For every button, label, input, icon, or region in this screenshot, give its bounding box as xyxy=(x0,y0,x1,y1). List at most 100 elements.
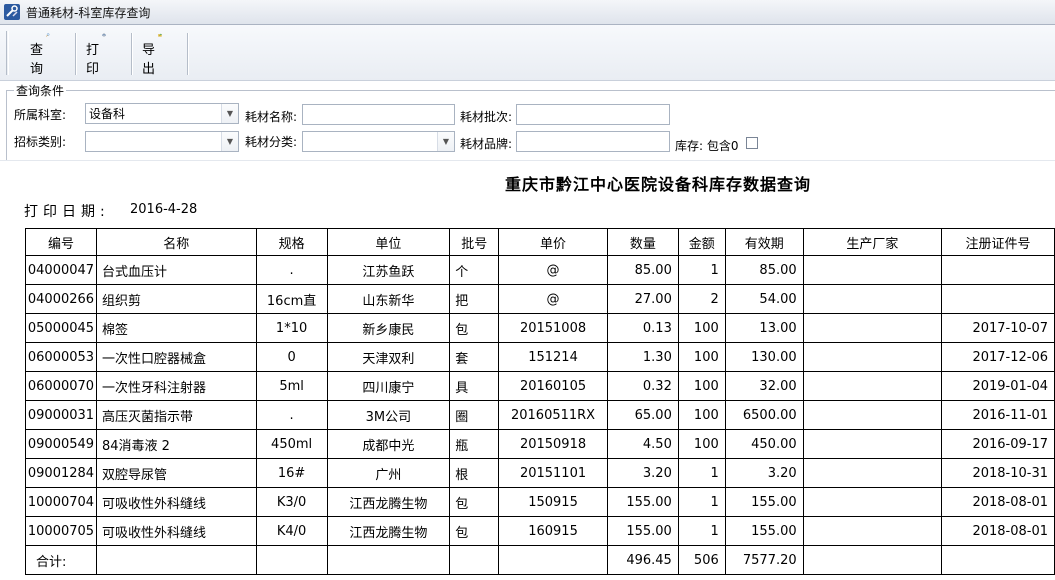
query-group-title: 查询条件 xyxy=(14,82,67,99)
table-cell xyxy=(255,545,328,575)
dept-label: 所属科室: xyxy=(14,108,67,122)
print-button[interactable]: 打 印 xyxy=(82,31,126,77)
table-cell: 把 xyxy=(449,284,500,314)
name-input[interactable] xyxy=(302,104,455,125)
table-cell: 包 xyxy=(449,487,500,517)
table-cell: . xyxy=(255,400,328,430)
table-cell: 江西龙腾生物 xyxy=(326,487,451,517)
chevron-down-icon[interactable]: ▼ xyxy=(221,132,238,151)
table-cell: 09001284 xyxy=(25,458,97,488)
table-cell: 100 xyxy=(677,313,726,343)
table-row: 06000070 一次性牙科注射器 5ml 四川康宁具 20160105 0.32 100 3… xyxy=(25,371,1055,401)
table-cell: 10000704 xyxy=(25,487,97,517)
table-cell: 0.13 xyxy=(606,313,679,343)
table-cell: 包 xyxy=(449,516,500,546)
export-icon xyxy=(158,33,162,37)
table-cell: 1*10 xyxy=(255,313,328,343)
app-tools-icon xyxy=(4,4,20,20)
table-cell: 1 xyxy=(677,516,726,546)
table-row: 09000549 84消毒液 2 450ml 成都中光瓶 20150918 4.50 100… xyxy=(25,429,1055,459)
toolbar-separator xyxy=(75,33,77,75)
category-select[interactable]: ▼ xyxy=(302,131,455,152)
print-date-label: 打印日期: xyxy=(24,204,110,220)
table-row: 05000045 棉签 1*10 新乡康民包 20151008 0.13 100 13.00 2… xyxy=(25,313,1055,343)
table-cell: 具 xyxy=(449,371,500,401)
col-header: 有效期 xyxy=(724,228,804,256)
col-header: 注册证件号 xyxy=(941,228,1055,256)
table-cell: 山东新华 xyxy=(326,284,451,314)
stock-label: 库存: 包含0 xyxy=(675,139,739,153)
col-header: 生产厂家 xyxy=(802,228,943,256)
brand-label: 耗材品牌: xyxy=(460,137,513,151)
table-row: 04000047 台式血压计. 江苏鱼跃个 @85.00 1 85.00 xyxy=(25,255,1055,285)
col-header: 单位 xyxy=(326,228,451,256)
table-cell: 09000549 xyxy=(25,429,97,459)
table-cell: 20151101 xyxy=(498,458,608,488)
include-zero-checkbox[interactable] xyxy=(746,137,758,149)
table-cell: 一次性口腔器械盒 xyxy=(95,342,257,372)
table-cell: 台式血压计 xyxy=(95,255,257,285)
table-cell: 150915 xyxy=(498,487,608,517)
table-cell: 2018-08-01 xyxy=(941,487,1055,517)
table-cell: 151214 xyxy=(498,342,608,372)
export-button[interactable]: 导 出 xyxy=(138,31,182,77)
table-cell: 3.20 xyxy=(606,458,679,488)
table-cell: 新乡康民 xyxy=(326,313,451,343)
table-row: 04000266 组织剪 16cm直 山东新华把 @27.00 2 54.00 xyxy=(25,284,1055,314)
table-cell: 广州 xyxy=(326,458,451,488)
table-cell xyxy=(802,458,943,488)
table-cell: 5ml xyxy=(255,371,328,401)
table-cell: 20160511RX xyxy=(498,400,608,430)
table-cell: 100 xyxy=(677,342,726,372)
table-cell: 04000266 xyxy=(25,284,97,314)
table-cell: 100 xyxy=(677,429,726,459)
table-cell xyxy=(95,545,257,575)
table-cell: 高压灭菌指示带 xyxy=(95,400,257,430)
brand-input[interactable] xyxy=(516,131,670,152)
table-cell: 20160105 xyxy=(498,371,608,401)
table-cell: 2016-09-17 xyxy=(941,429,1055,459)
report-title: 重庆市黔江中心医院设备科库存数据查询 xyxy=(505,175,812,194)
table-cell xyxy=(941,545,1055,575)
category-label: 耗材分类: xyxy=(245,135,298,149)
table-cell: 155.00 xyxy=(724,487,804,517)
table-cell xyxy=(941,255,1055,285)
chevron-down-icon[interactable]: ▼ xyxy=(221,104,238,123)
table-cell: 16cm直 xyxy=(255,284,328,314)
table-cell: 0 xyxy=(255,342,328,372)
total-label: 合计: xyxy=(25,545,97,575)
table-cell: @ xyxy=(498,255,608,285)
bid-category-select[interactable]: ▼ xyxy=(85,131,239,152)
table-cell: 2016-11-01 xyxy=(941,400,1055,430)
table-cell: 09000031 xyxy=(25,400,97,430)
table-cell: 4.50 xyxy=(606,429,679,459)
dept-select[interactable]: 设备科 ▼ xyxy=(85,103,239,124)
col-header: 数量 xyxy=(606,228,679,256)
table-cell: 天津双利 xyxy=(326,342,451,372)
table-cell: 100 xyxy=(677,400,726,430)
table-cell: 根 xyxy=(449,458,500,488)
table-cell: 05000045 xyxy=(25,313,97,343)
table-cell: 450.00 xyxy=(724,429,804,459)
window-title: 普通耗材-科室库存查询 xyxy=(26,5,151,20)
table-cell xyxy=(498,545,608,575)
query-button[interactable]: 查 询 xyxy=(26,31,70,77)
name-label: 耗材名称: xyxy=(245,110,298,124)
table-cell: 可吸收性外科缝线 xyxy=(95,487,257,517)
table-cell: 棉签 xyxy=(95,313,257,343)
table-cell: 成都中光 xyxy=(326,429,451,459)
table-cell: 0.32 xyxy=(606,371,679,401)
table-cell: 江苏鱼跃 xyxy=(326,255,451,285)
table-row: 10000705 可吸收性外科缝线 K4/0 江西龙腾生物包 160915 155.00 1… xyxy=(25,516,1055,546)
table-cell: 160915 xyxy=(498,516,608,546)
toolbar-separator xyxy=(131,33,133,75)
table-row: 10000704 可吸收性外科缝线 K3/0 江西龙腾生物包 150915 155.00 1… xyxy=(25,487,1055,517)
chevron-down-icon[interactable]: ▼ xyxy=(437,132,454,151)
table-cell: 2017-10-07 xyxy=(941,313,1055,343)
table-cell: 32.00 xyxy=(724,371,804,401)
table-cell: 20151008 xyxy=(498,313,608,343)
table-cell xyxy=(802,545,943,575)
col-header: 规格 xyxy=(255,228,328,256)
batch-input[interactable] xyxy=(516,104,670,125)
table-cell: 65.00 xyxy=(606,400,679,430)
